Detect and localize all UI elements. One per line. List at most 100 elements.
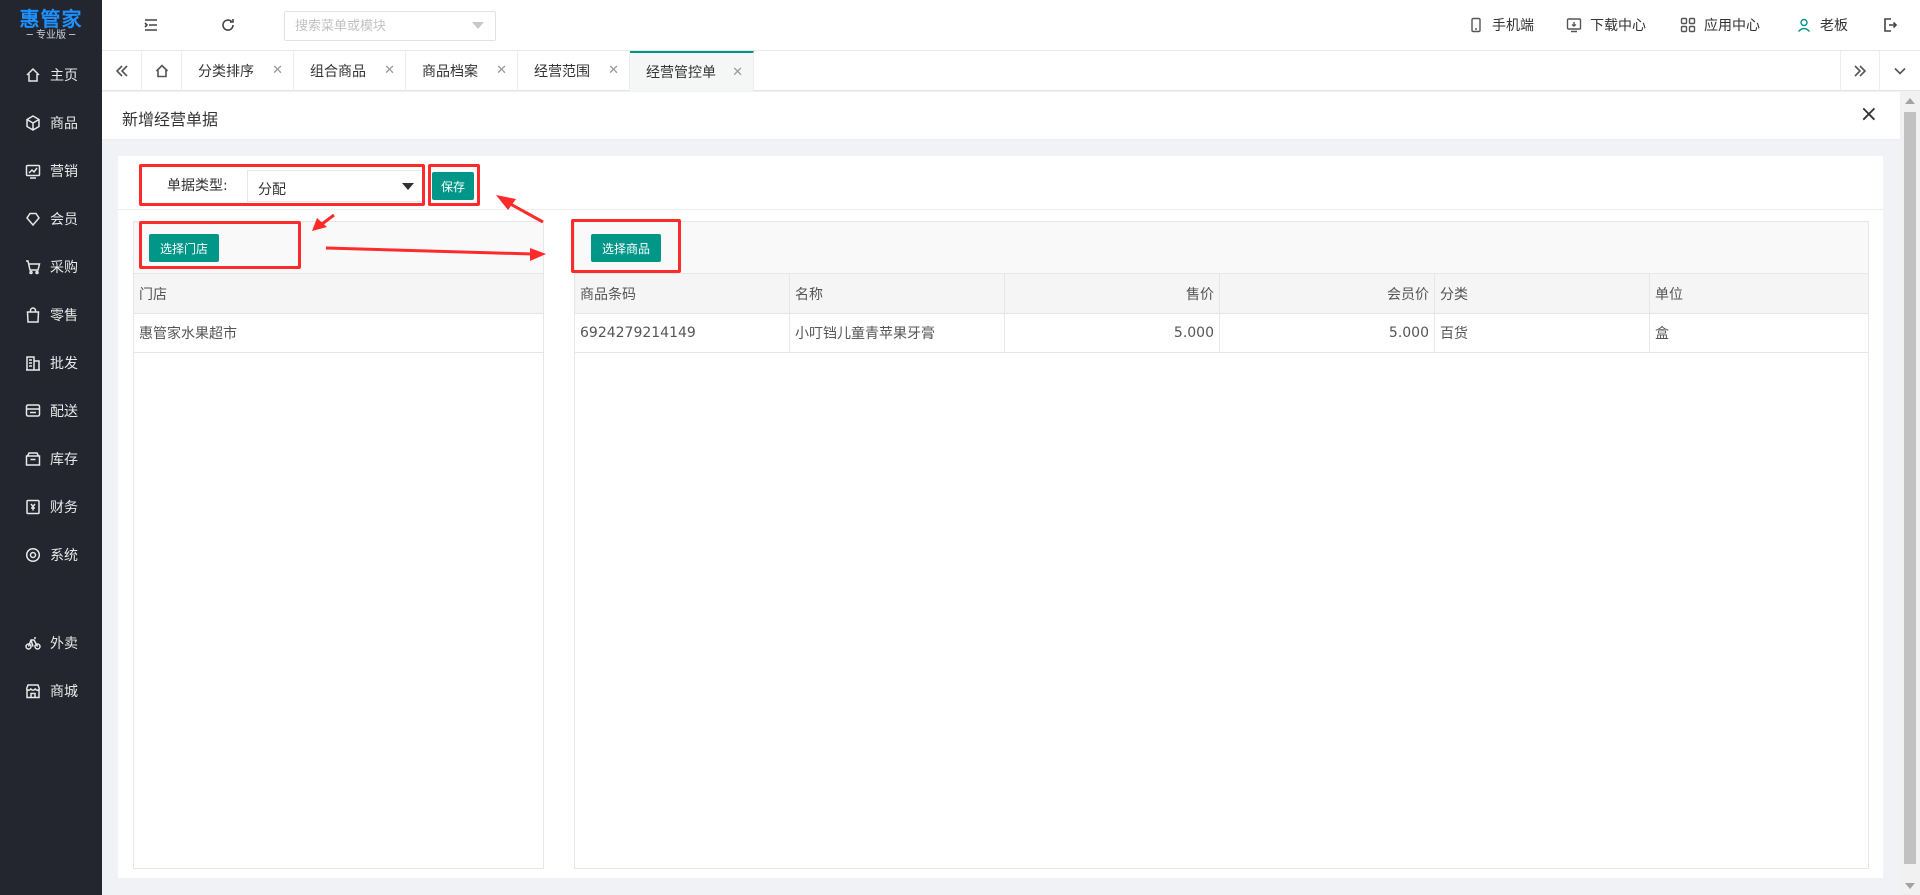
logo[interactable]: 惠管家 ─ 专业版 ─: [0, 0, 102, 50]
chevron-down-icon: [402, 183, 414, 190]
sidebar-item-takeout[interactable]: 外卖: [0, 623, 102, 663]
phone-icon: [1471, 17, 1481, 33]
mobile-label: 手机端: [1492, 18, 1534, 34]
sidebar-item-label: 系统: [50, 548, 78, 564]
finance-icon: [24, 498, 42, 516]
download-center-link[interactable]: 下载中心: [1566, 14, 1646, 36]
bag-icon: [24, 306, 42, 324]
tab-category-sort[interactable]: 分类排序 ✕: [182, 51, 294, 91]
brand-name: 惠管家: [19, 7, 83, 31]
tab-goods-archive[interactable]: 商品档案 ✕: [406, 51, 518, 91]
sidebar-item-label: 营销: [50, 164, 78, 180]
top-bar: 手机端 下载中心 应用中心 老板: [102, 0, 1920, 51]
member-price-column-header: 会员价: [1220, 274, 1435, 314]
close-icon[interactable]: ✕: [272, 63, 283, 78]
brand-edition: ─ 专业版 ─: [26, 30, 76, 41]
unit-column-header: 单位: [1650, 274, 1868, 314]
tab-combo-goods[interactable]: 组合商品 ✕: [294, 51, 406, 91]
tab-home-icon[interactable]: [142, 51, 182, 91]
tab-scroll-right-icon[interactable]: [1840, 51, 1880, 91]
table-row[interactable]: 惠管家水果超市: [134, 314, 543, 353]
sidebar-item-members[interactable]: 会员: [0, 199, 102, 239]
tab-business-scope[interactable]: 经营范围 ✕: [518, 51, 630, 91]
scroll-up-icon[interactable]: [1905, 98, 1915, 104]
dialog-header: 新增经营单据 ×: [102, 92, 1900, 140]
menu-collapse-icon[interactable]: [140, 14, 162, 36]
dialog-title: 新增经营单据: [122, 110, 219, 129]
scrollbar[interactable]: [1900, 92, 1920, 895]
sidebar-item-goods[interactable]: 商品: [0, 103, 102, 143]
chart-icon: [24, 162, 42, 180]
user-icon: [1797, 18, 1811, 32]
tab-scroll-left-icon[interactable]: [102, 51, 142, 91]
settings-icon: [24, 546, 42, 564]
price-column-header: 售价: [1005, 274, 1220, 314]
tab-label: 分类排序: [198, 64, 254, 80]
product-toolbar: [575, 222, 1868, 274]
member-price-cell[interactable]: 5.000: [1220, 314, 1435, 353]
sidebar-item-label: 商城: [50, 684, 78, 700]
building-icon: [24, 354, 42, 372]
mobile-link[interactable]: 手机端: [1468, 14, 1534, 36]
store-icon: [24, 682, 42, 700]
tab-business-control[interactable]: 经营管控单 ✕: [630, 51, 754, 91]
sidebar-item-label: 库存: [50, 452, 78, 468]
chevron-down-icon[interactable]: [472, 22, 484, 29]
store-column-header: 门店: [134, 274, 543, 314]
inbox-icon: [24, 450, 42, 468]
category-column-header: 分类: [1435, 274, 1650, 314]
tab-menu-chevron-icon[interactable]: [1880, 51, 1920, 91]
sidebar-item-system[interactable]: 系统: [0, 535, 102, 575]
sidebar-item-marketing[interactable]: 营销: [0, 151, 102, 191]
document-type-select[interactable]: 分配: [247, 170, 423, 202]
price-cell[interactable]: 5.000: [1005, 314, 1220, 353]
sidebar-item-delivery[interactable]: 配送: [0, 391, 102, 431]
save-button[interactable]: 保存: [432, 172, 474, 200]
barcode-column-header: 商品条码: [575, 274, 790, 314]
close-icon[interactable]: ×: [1860, 104, 1878, 126]
app-center-link[interactable]: 应用中心: [1680, 14, 1760, 36]
user-menu[interactable]: 老板: [1796, 14, 1848, 36]
scroll-down-icon[interactable]: [1905, 883, 1915, 889]
user-name: 老板: [1820, 18, 1848, 34]
sidebar-item-retail[interactable]: 零售: [0, 295, 102, 335]
sidebar-item-label: 会员: [50, 212, 78, 228]
sidebar-item-label: 主页: [50, 68, 78, 84]
download-label: 下载中心: [1590, 18, 1646, 34]
close-icon[interactable]: ✕: [732, 65, 743, 80]
name-cell[interactable]: 小叮铛儿童青苹果牙膏: [790, 314, 1005, 353]
sidebar-item-label: 批发: [50, 356, 78, 372]
sidebar-item-home[interactable]: 主页: [0, 55, 102, 95]
select-store-button[interactable]: 选择门店: [149, 234, 219, 262]
tab-label: 经营管控单: [646, 65, 716, 81]
unit-cell[interactable]: 盒: [1650, 314, 1868, 353]
category-cell[interactable]: 百货: [1435, 314, 1650, 353]
sidebar-item-mall[interactable]: 商城: [0, 671, 102, 711]
barcode-cell[interactable]: 6924279214149: [575, 314, 790, 353]
truck-icon: [24, 402, 42, 420]
diamond-icon: [24, 210, 42, 228]
sidebar-item-label: 财务: [50, 500, 78, 516]
sidebar-item-purchase[interactable]: 采购: [0, 247, 102, 287]
box-icon: [24, 114, 42, 132]
tab-label: 组合商品: [310, 64, 366, 80]
document-type-value: 分配: [258, 182, 286, 198]
sidebar-item-finance[interactable]: 财务: [0, 487, 102, 527]
product-panel: 选择商品 商品条码 名称 售价 会员价 分类 单位 6924279214149 …: [574, 221, 1869, 869]
scrollbar-thumb[interactable]: [1904, 112, 1916, 864]
home-icon: [24, 66, 42, 84]
logout-icon[interactable]: [1879, 14, 1901, 36]
close-icon[interactable]: ✕: [496, 63, 507, 78]
sidebar-item-label: 配送: [50, 404, 78, 420]
sidebar: 惠管家 ─ 专业版 ─ 主页 商品 营销 会员 采购 零售 批发 配送 库存 财…: [0, 0, 102, 895]
sidebar-item-wholesale[interactable]: 批发: [0, 343, 102, 383]
search-input[interactable]: [284, 11, 496, 41]
close-icon[interactable]: ✕: [608, 63, 619, 78]
sidebar-item-label: 商品: [50, 116, 78, 132]
monitor-icon: [1566, 18, 1582, 33]
close-icon[interactable]: ✕: [384, 63, 395, 78]
select-product-button[interactable]: 选择商品: [591, 234, 661, 262]
sidebar-item-inventory[interactable]: 库存: [0, 439, 102, 479]
tab-bar: 分类排序 ✕ 组合商品 ✕ 商品档案 ✕ 经营范围 ✕ 经营管控单 ✕: [102, 51, 1920, 91]
refresh-icon[interactable]: [217, 14, 239, 36]
